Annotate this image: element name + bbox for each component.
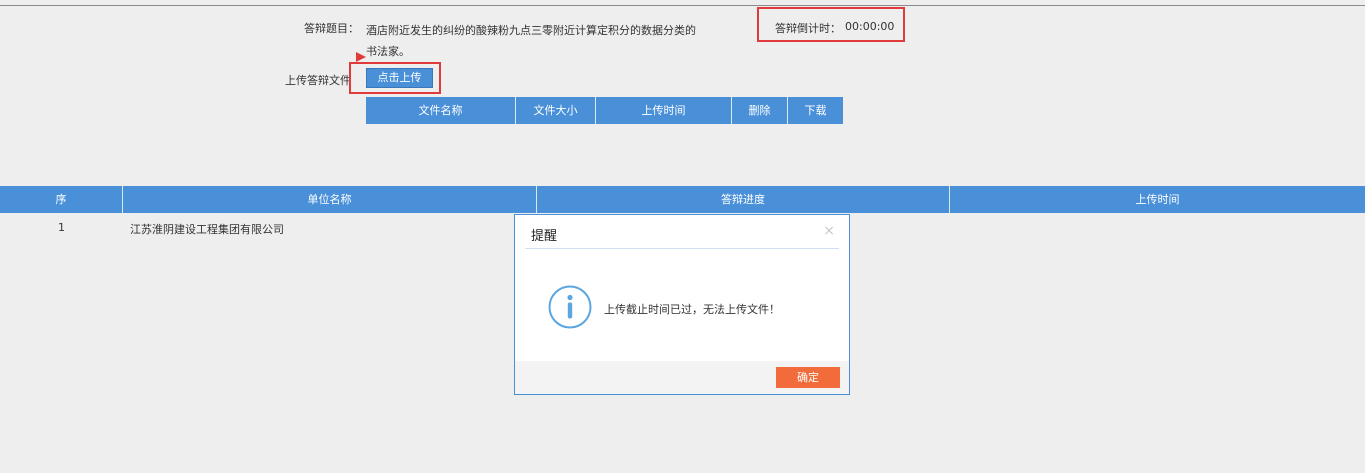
alert-dialog: 提醒 × 上传截止时间已过，无法上传文件！ 确定 — [514, 214, 850, 395]
countdown-label: 答辩倒计时： — [775, 22, 841, 35]
close-icon[interactable]: × — [823, 223, 835, 239]
top-divider — [0, 5, 1365, 6]
topic-label: 答辩题目： — [304, 22, 359, 35]
col-unit: 单位名称 — [123, 186, 537, 213]
topic-text-line2: 书法家。 — [366, 45, 410, 58]
file-col-delete: 删除 — [732, 97, 788, 124]
col-seq: 序 — [0, 186, 123, 213]
countdown-value: 00:00:00 — [845, 20, 895, 33]
main-table-header: 序 单位名称 答辩进度 上传时间 — [0, 186, 1365, 213]
file-col-download: 下载 — [804, 104, 827, 117]
info-icon — [548, 285, 592, 329]
topic-text: 酒店附近发生的纠纷的酸辣粉九点三零附近计算定积分的数据分类的 书法家。 — [366, 20, 696, 62]
row-seq: 1 — [58, 221, 65, 234]
upload-button[interactable]: 点击上传 — [366, 68, 433, 88]
col-upload-time: 上传时间 — [1135, 193, 1180, 206]
file-col-size: 文件大小 — [516, 97, 596, 124]
file-table-header: 文件名称 文件大小 上传时间 删除 下载 — [366, 97, 843, 124]
dialog-footer: 确定 — [515, 361, 849, 394]
file-col-name: 文件名称 — [366, 97, 516, 124]
dialog-divider — [525, 248, 839, 249]
confirm-button[interactable]: 确定 — [776, 367, 840, 388]
col-progress: 答辩进度 — [537, 186, 950, 213]
topic-text-line1: 酒店附近发生的纠纷的酸辣粉九点三零附近计算定积分的数据分类的 — [366, 24, 696, 37]
dialog-title: 提醒 — [531, 229, 558, 244]
row-unit-name: 江苏淮阴建设工程集团有限公司 — [130, 223, 284, 236]
file-col-time: 上传时间 — [596, 97, 732, 124]
upload-label: 上传答辩文件 — [285, 74, 351, 87]
pointer-arrow-icon — [356, 52, 366, 62]
dialog-message: 上传截止时间已过，无法上传文件！ — [604, 303, 780, 316]
